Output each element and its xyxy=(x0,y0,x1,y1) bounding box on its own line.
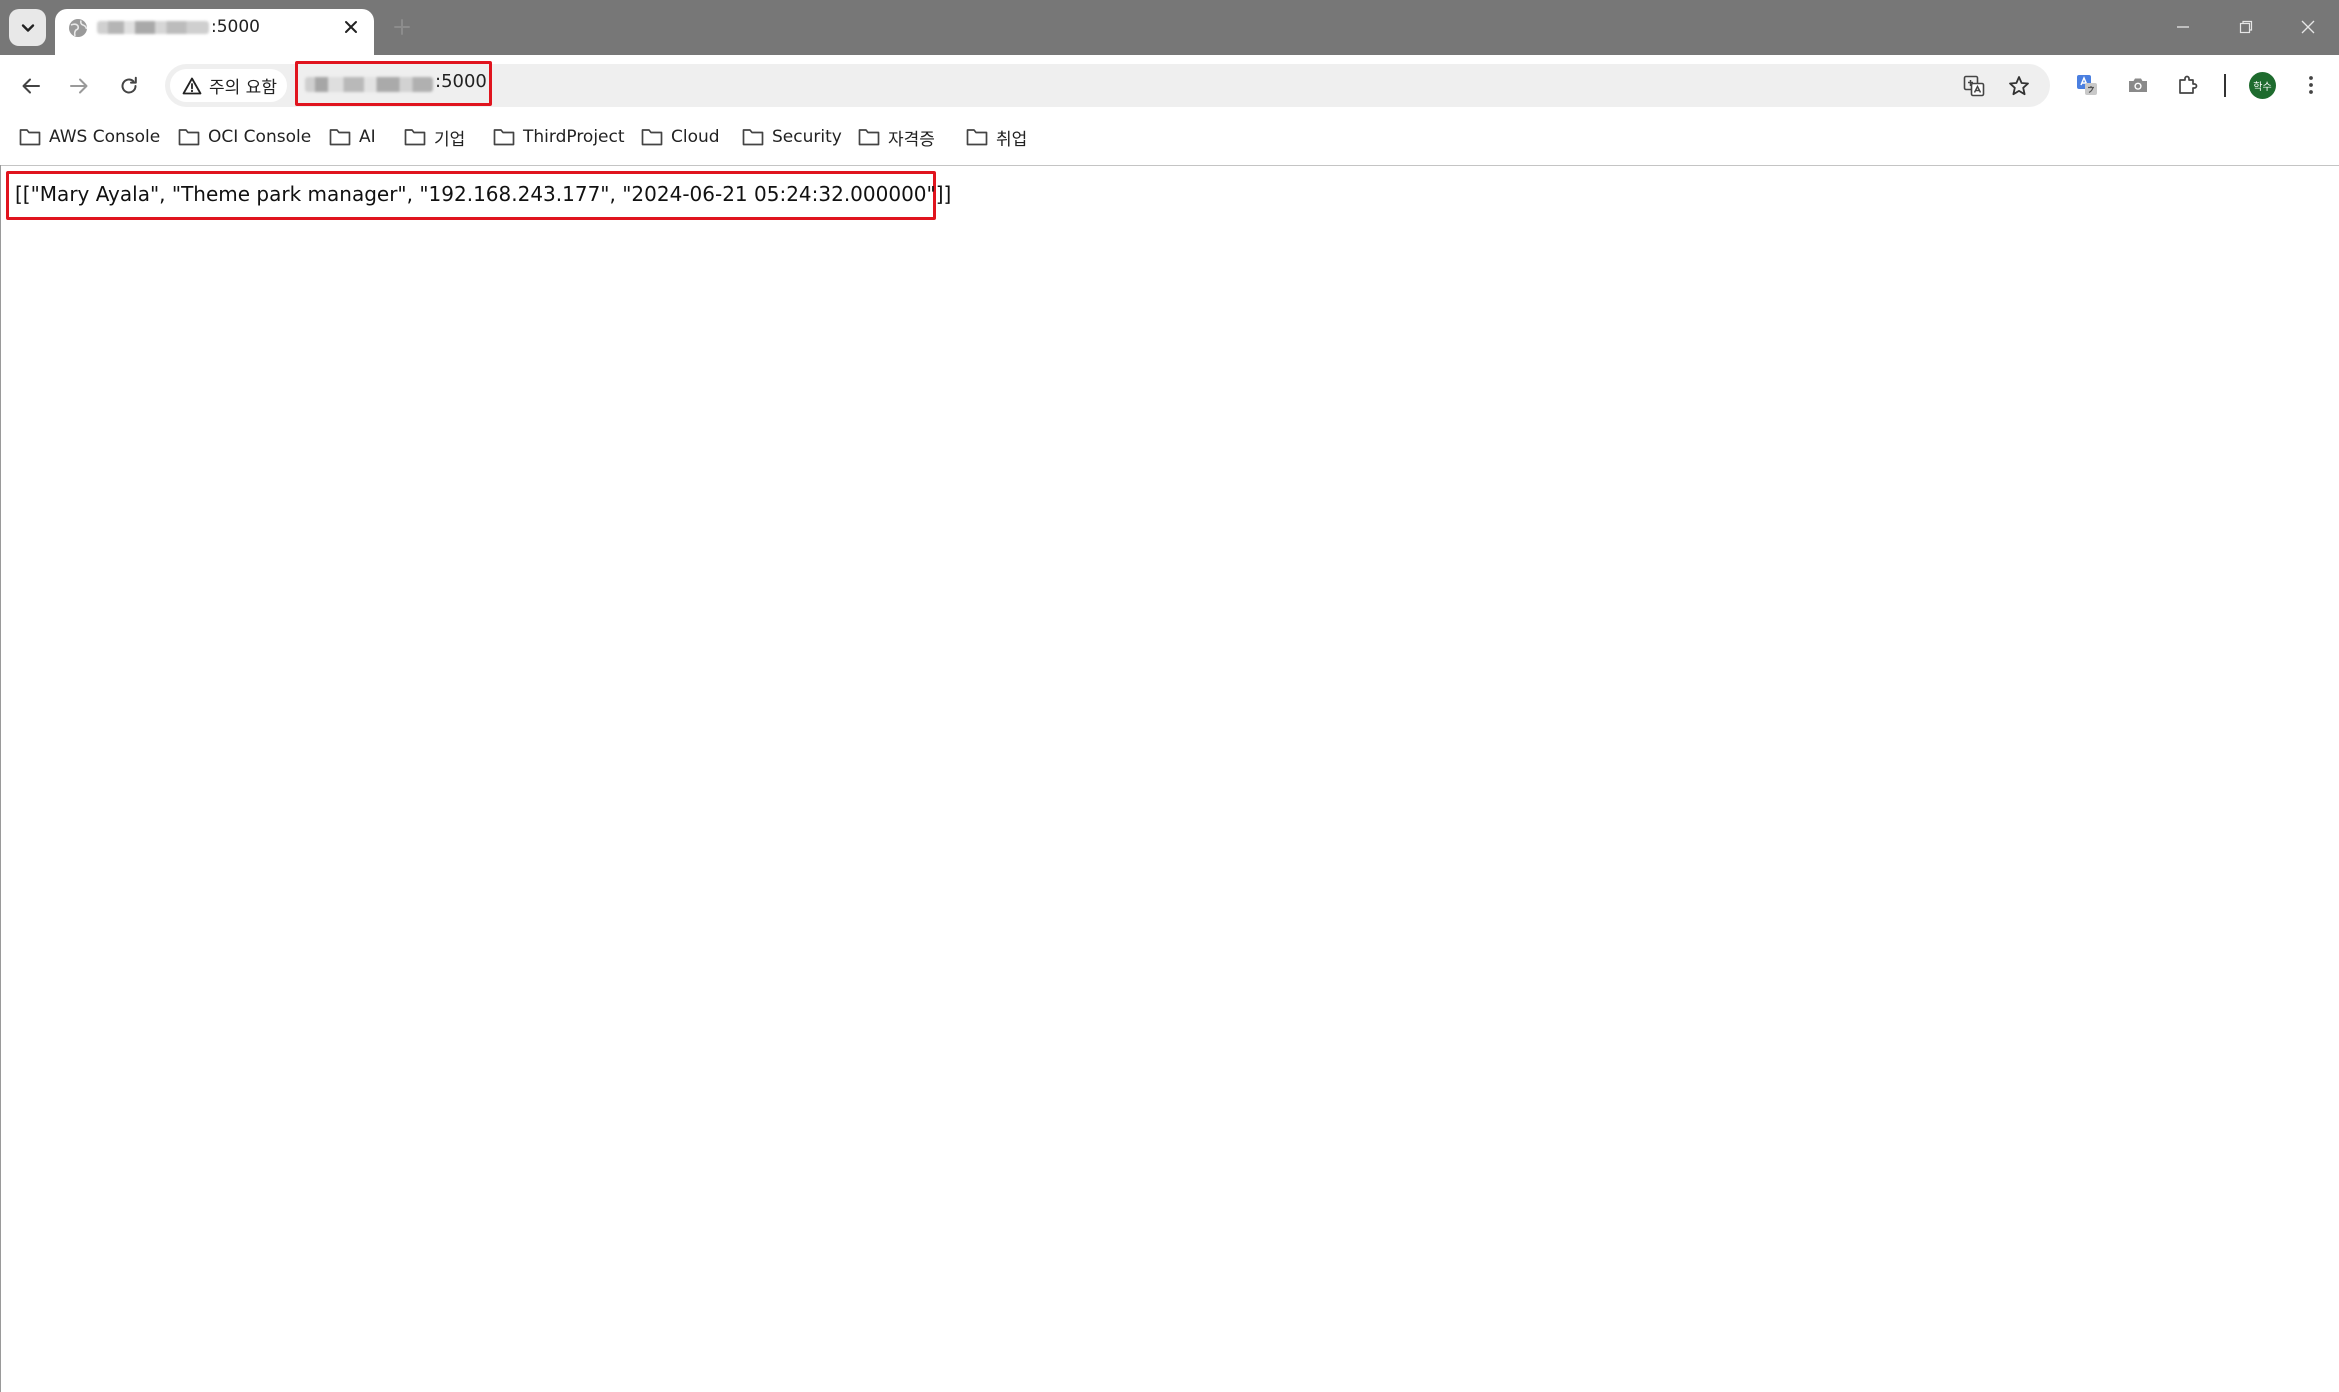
restore-button[interactable] xyxy=(2233,14,2259,40)
minimize-icon xyxy=(2177,26,2189,28)
bookmark-label: Cloud xyxy=(671,127,720,147)
translate-icon xyxy=(1963,75,1985,97)
bookmark-folder-security[interactable]: Security xyxy=(742,124,842,150)
folder-icon xyxy=(641,129,663,146)
folder-icon xyxy=(19,129,41,146)
folder-icon xyxy=(493,129,515,146)
folder-icon xyxy=(329,129,351,146)
folder-icon xyxy=(858,129,880,146)
profile-initials: 학수 xyxy=(2253,82,2272,93)
toolbar: 주의 요함 :5000 학수 xyxy=(0,55,2339,116)
security-label: 주의 요함 xyxy=(209,78,277,98)
reload-button[interactable] xyxy=(113,70,145,102)
arrow-right-icon xyxy=(70,78,88,94)
bookmarks-bar: AWS Console OCI Console AI 기업 ThirdProje… xyxy=(0,116,2339,165)
folder-icon xyxy=(742,129,764,146)
new-tab-button[interactable] xyxy=(390,15,414,39)
extensions-button[interactable] xyxy=(2172,69,2204,101)
chrome-divider xyxy=(0,165,2339,166)
reload-icon xyxy=(121,76,137,94)
window-edge xyxy=(0,165,1,1392)
bookmark-folder-oci-console[interactable]: OCI Console xyxy=(178,124,311,150)
bookmark-label: AWS Console xyxy=(49,127,161,147)
window-close-button[interactable] xyxy=(2295,14,2321,40)
bookmark-star-button[interactable] xyxy=(2005,72,2033,100)
tab-host-redacted xyxy=(97,21,209,34)
screenshot-extension-button[interactable] xyxy=(2122,69,2154,101)
camera-icon xyxy=(2129,78,2147,92)
bookmark-folder-jobs[interactable]: 취업 xyxy=(966,124,1027,150)
kebab-menu-icon xyxy=(2309,76,2313,94)
google-translate-extension-button[interactable] xyxy=(2071,69,2103,101)
arrow-left-icon xyxy=(22,78,40,94)
tab-search-button[interactable] xyxy=(9,9,46,46)
close-icon xyxy=(345,21,357,33)
url-host-redacted xyxy=(305,77,433,92)
plus-icon xyxy=(394,19,410,35)
warning-icon xyxy=(182,77,202,94)
url-highlight[interactable]: :5000 xyxy=(295,61,492,106)
google-translate-icon xyxy=(2077,75,2097,95)
back-button[interactable] xyxy=(15,70,47,102)
tab-close-button[interactable] xyxy=(341,17,361,37)
profile-avatar[interactable]: 학수 xyxy=(2249,72,2276,99)
bookmark-folder-certificates[interactable]: 자격증 xyxy=(858,124,935,150)
bookmark-label: 자격증 xyxy=(888,129,935,150)
close-icon xyxy=(2301,20,2315,34)
toolbar-separator xyxy=(2224,74,2226,97)
json-response-text: [["Mary Ayala", "Theme park manager", "1… xyxy=(15,182,952,206)
folder-icon xyxy=(178,129,200,146)
bookmark-folder-aws-console[interactable]: AWS Console xyxy=(19,124,160,150)
bookmark-label: 취업 xyxy=(996,129,1028,150)
star-icon xyxy=(2009,76,2029,96)
bookmark-folder-ai[interactable]: AI xyxy=(329,124,376,150)
translate-button[interactable] xyxy=(1960,72,1988,100)
bookmark-folder-cloud[interactable]: Cloud xyxy=(641,124,720,150)
bookmark-folder-company[interactable]: 기업 xyxy=(404,124,465,150)
folder-icon xyxy=(404,129,426,146)
bookmark-label: 기업 xyxy=(434,129,466,150)
puzzle-icon xyxy=(2179,75,2198,94)
bookmark-label: OCI Console xyxy=(208,127,312,147)
bookmark-label: Security xyxy=(772,127,842,147)
bookmark-label: AI xyxy=(359,127,376,147)
address-bar[interactable]: 주의 요함 :5000 xyxy=(165,61,2050,107)
chevron-down-icon xyxy=(21,23,34,32)
minimize-button[interactable] xyxy=(2170,14,2196,40)
folder-icon xyxy=(966,129,988,146)
result-highlight: [["Mary Ayala", "Theme park manager", "1… xyxy=(6,171,951,220)
forward-button[interactable] xyxy=(63,70,95,102)
globe-icon xyxy=(69,19,88,37)
security-chip[interactable]: 주의 요함 xyxy=(170,69,287,102)
tab-title: :5000 xyxy=(211,17,260,37)
bookmark-folder-thirdproject[interactable]: ThirdProject xyxy=(493,124,625,150)
menu-button[interactable] xyxy=(2295,69,2327,101)
url-text: :5000 xyxy=(435,71,487,92)
restore-icon xyxy=(2239,20,2253,34)
bookmark-label: ThirdProject xyxy=(523,127,625,147)
tab-strip: :5000 xyxy=(0,0,2339,55)
browser-tab[interactable]: :5000 xyxy=(55,9,374,55)
